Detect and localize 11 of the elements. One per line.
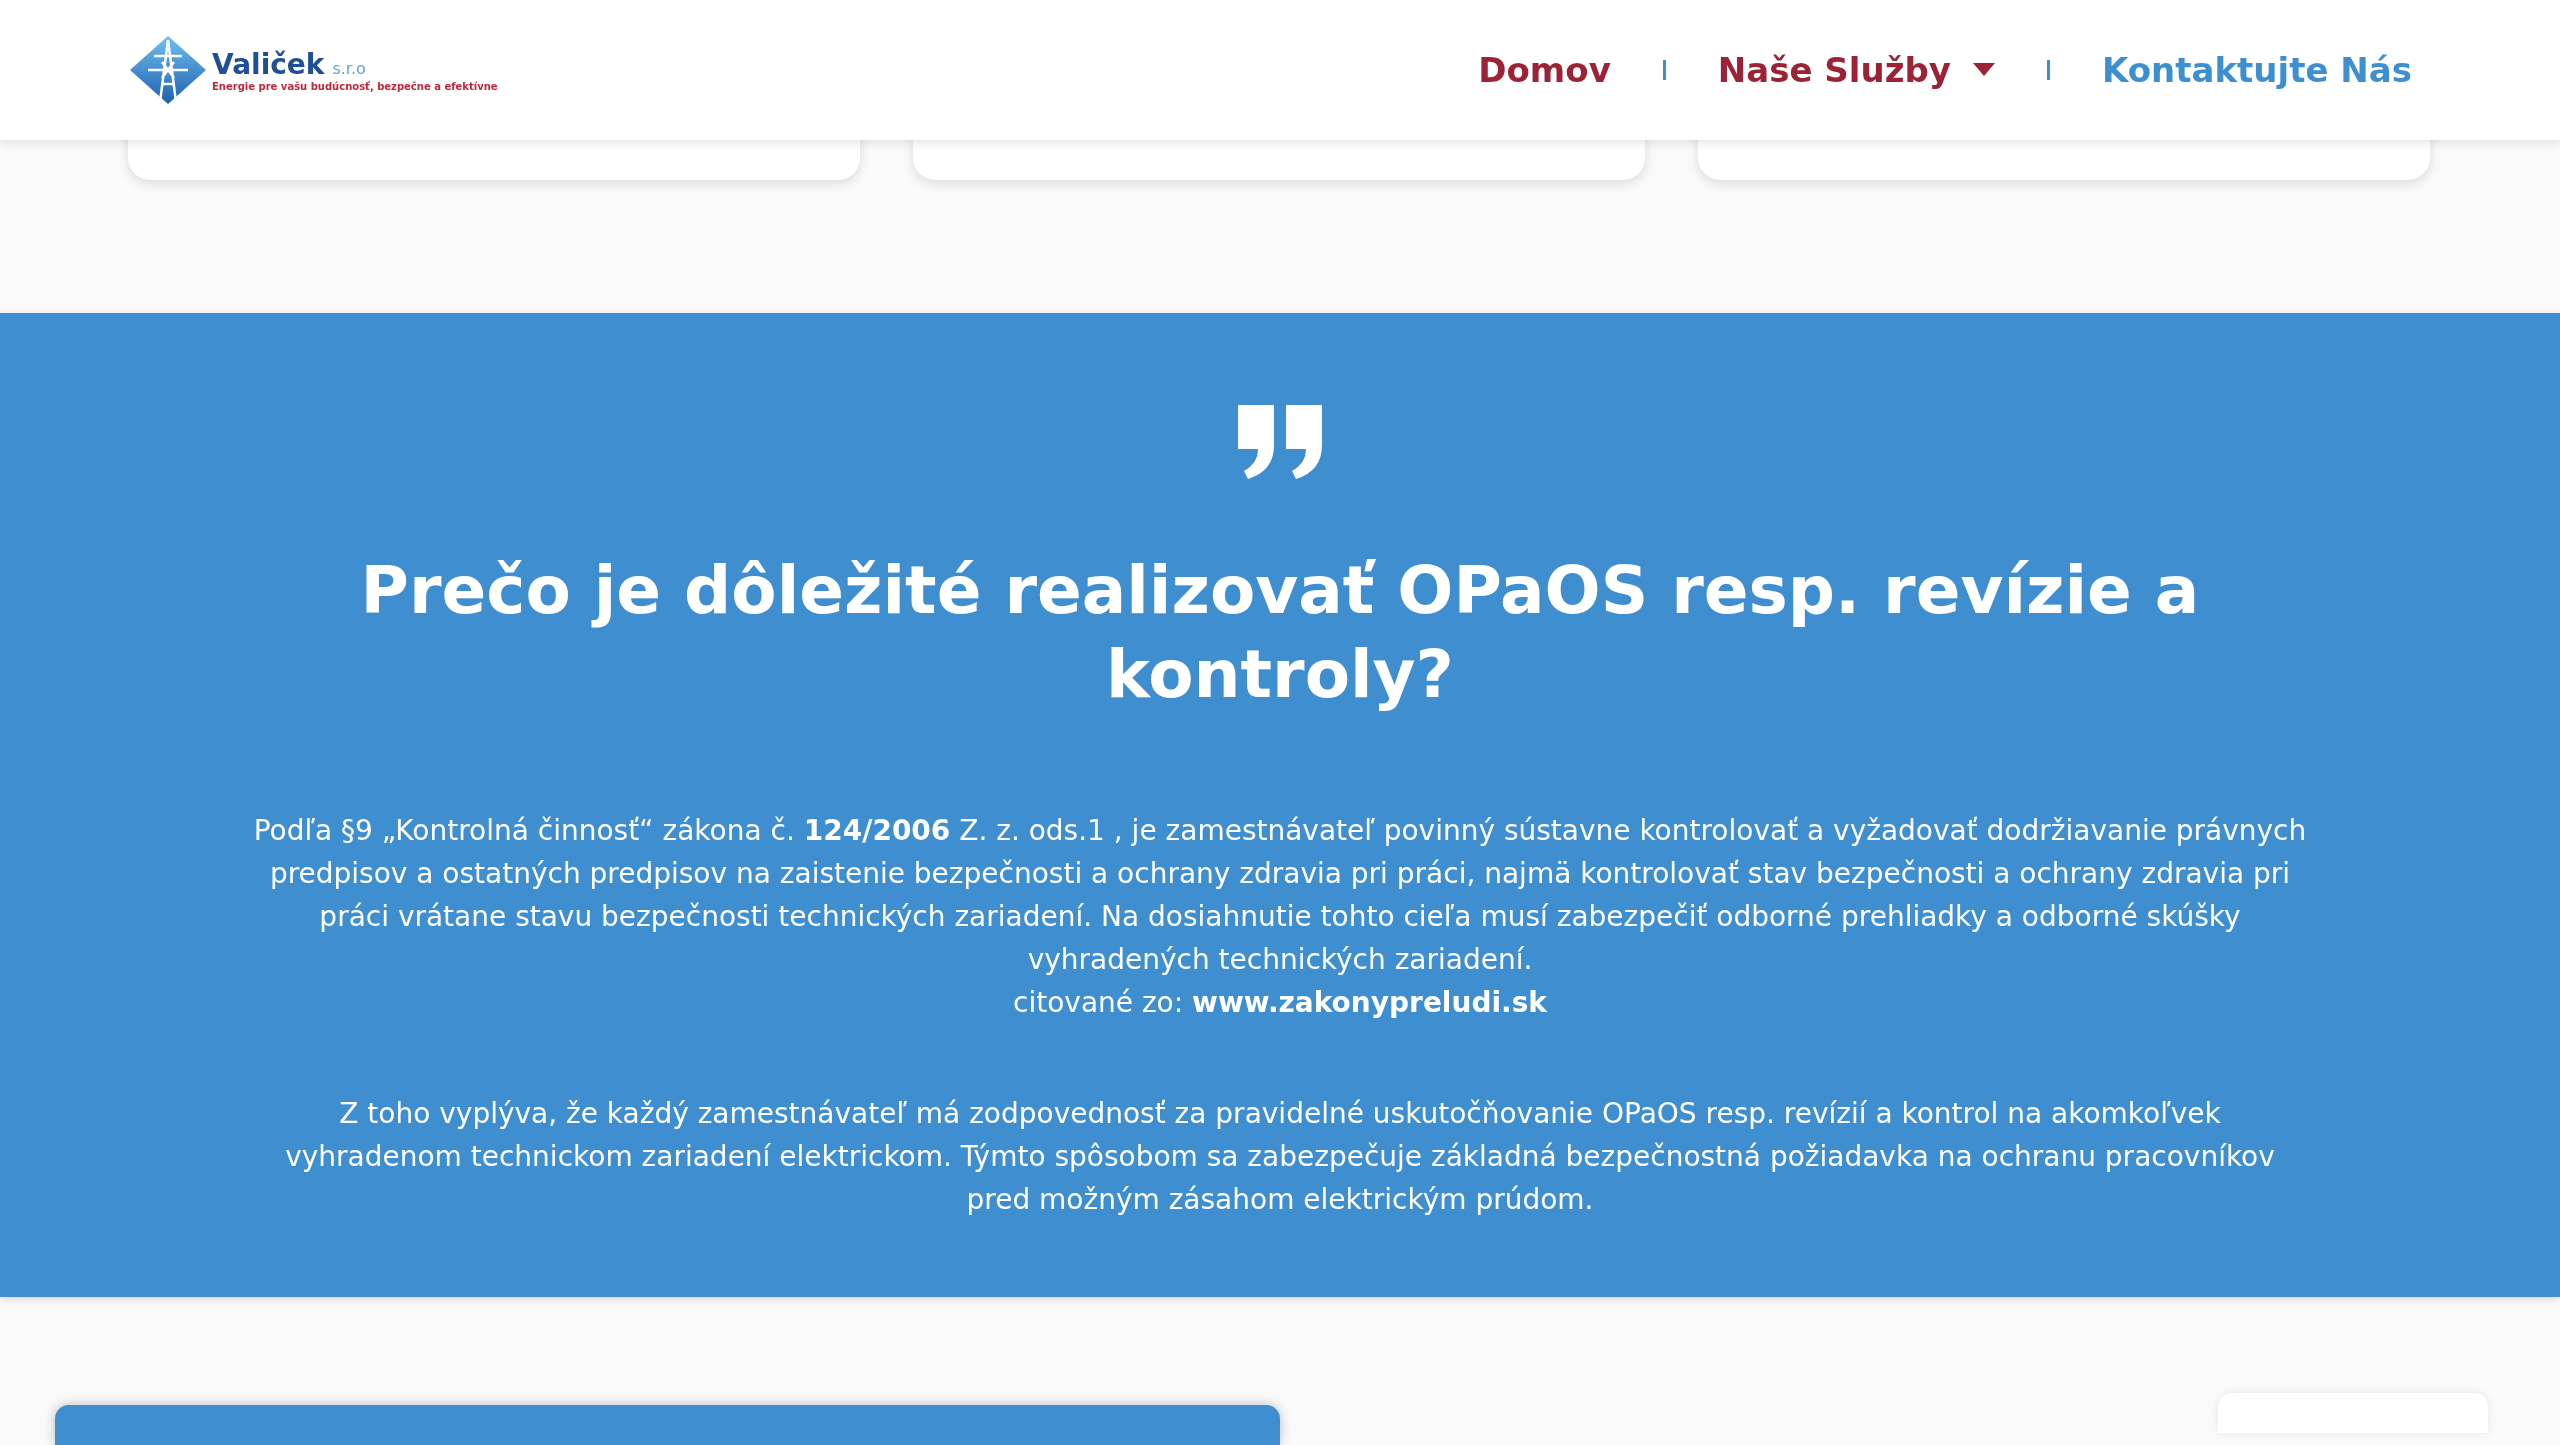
brand-suffix: s.r.o [332,59,366,78]
paragraph: Z toho vyplýva, že každý zamestnávateľ má zodpovednosť za pravidelné uskutočňovanie OPaOS resp. revízií a kontrol na akomkoľvek vyhradenom technickom zariadení elektrickom. Týmto spôsobom sa zabezpečuje základná bezpečnostná požiadavka na ochranu pracovníkov pred možným zásahom elektrickým prúdom. [284,1096,2276,1218]
pylon-logo-icon [128,34,208,106]
nav-link[interactable]: Naše Služby [1717,50,1995,90]
section-heading: Prečo je dôležité realizovať OPaOS resp. revízie a kontroly? [359,551,2201,715]
paragraph: Podľa §9 „Kontrolná činnosť“ zákona č. 124/2006 Z. z. ods.1 , je zamestnávateľ povinný sústavne kontrolovať a vyžadovať dodržiavanie právnych predpisov a ostatných predpisov na zaistenie bezpečnosti a ochrany zdravia pri práci, najmä kontrolovať stav bezpečnosti a ochrany zdravia pri práci vrátane stavu bezpečnosti technických zariadení. Na dosiahnutie tohto cieľa musí zabezpečiť odborné prehliadky a odborné skúšky vyhradených technických zariadení. [252,813,2308,978]
nav-link[interactable]: Domov [1478,50,1611,90]
caret-icon [1972,63,1995,77]
citation-label: citované zo: [1013,986,1184,1019]
brand-name: Valiček [212,48,325,81]
brand-tagline: Energie pre vašu budúcnosť, bezpečne a efektívne [212,81,498,92]
